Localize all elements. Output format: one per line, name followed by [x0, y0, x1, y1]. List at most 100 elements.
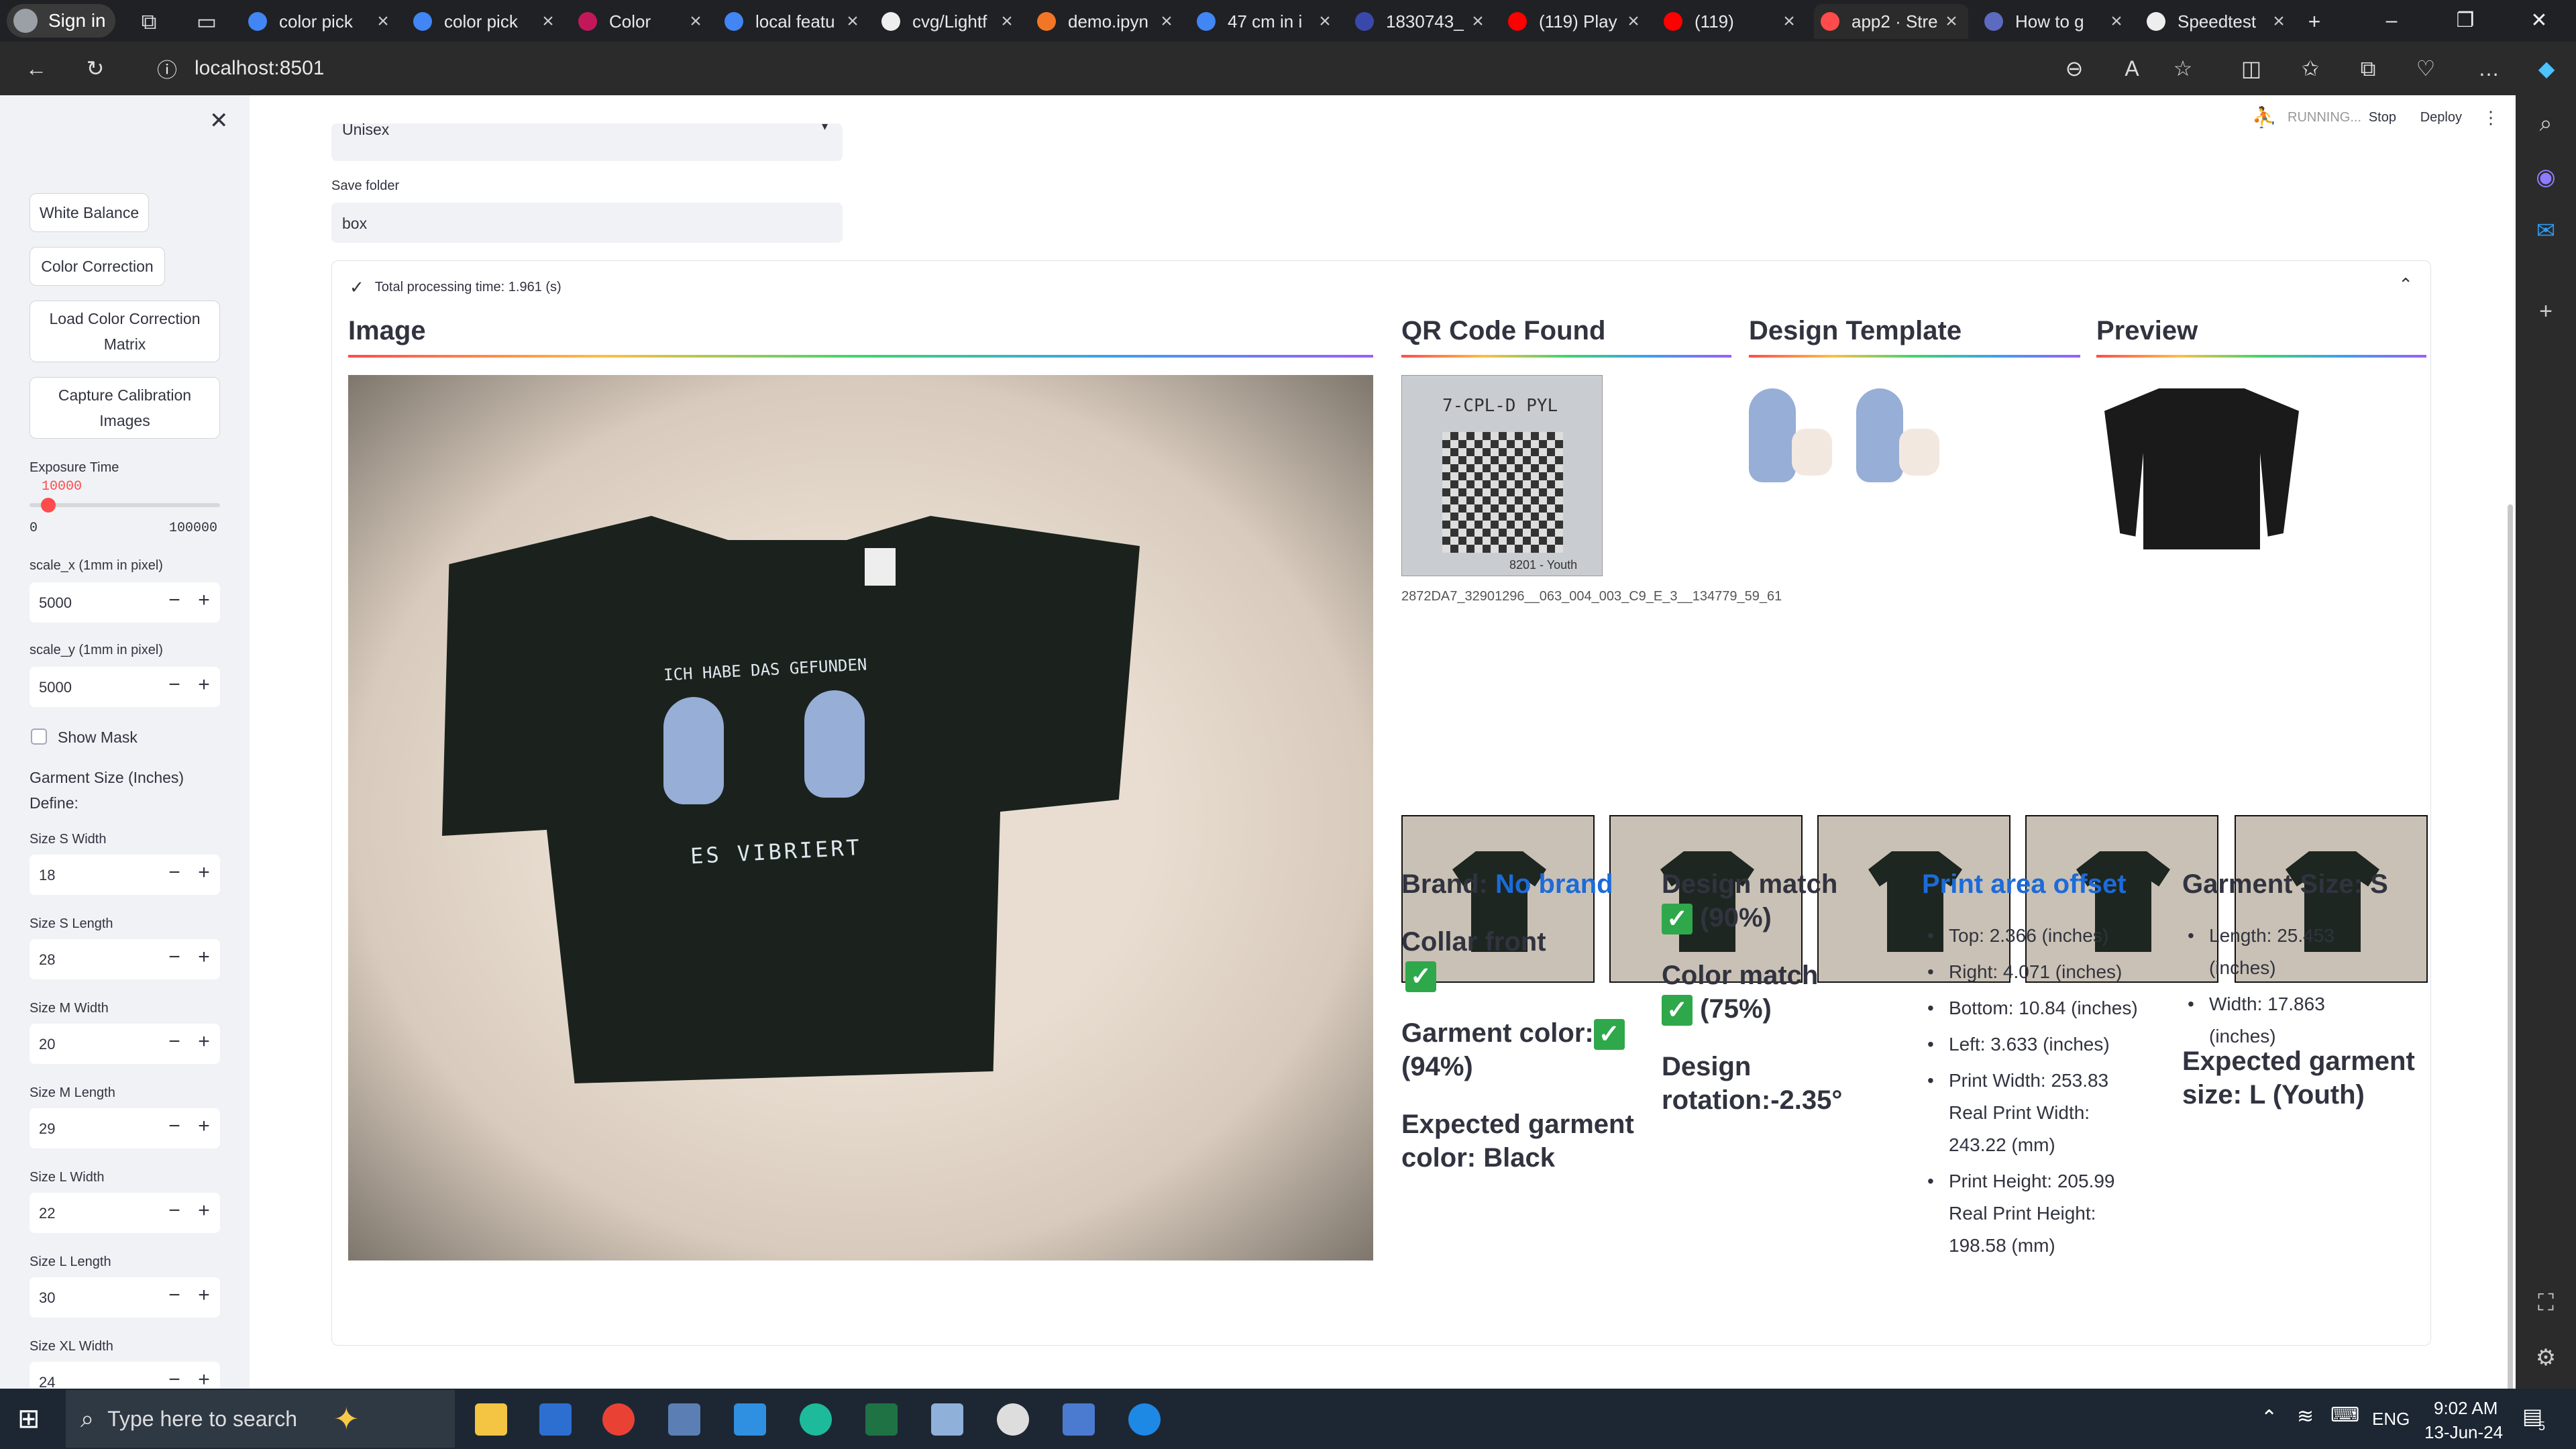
exposure-slider-track[interactable]	[30, 503, 220, 507]
copilot-app-icon[interactable]: ◉	[2532, 164, 2559, 191]
capture-calibration-images-button[interactable]: Capture Calibration Images	[30, 377, 220, 439]
refresh-icon[interactable]: ↻	[82, 55, 109, 82]
show-mask-checkbox[interactable]	[31, 729, 47, 745]
browser-tab[interactable]: Color ×	[572, 4, 712, 39]
app-icon[interactable]	[668, 1403, 700, 1436]
decrement-icon[interactable]: −	[161, 1030, 188, 1053]
browser-tab[interactable]: 1830743_ ×	[1348, 4, 1495, 39]
collapse-chevron-icon[interactable]: ⌃	[2398, 274, 2413, 295]
increment-icon[interactable]: +	[191, 1199, 217, 1222]
excel-icon[interactable]	[865, 1403, 898, 1436]
size-field-input[interactable]: 28 − +	[30, 939, 220, 979]
decrement-icon[interactable]: −	[161, 674, 188, 696]
app-icon[interactable]	[931, 1403, 963, 1436]
tab-close-icon[interactable]: ×	[1157, 10, 1177, 33]
new-tab-icon[interactable]: +	[2301, 8, 2328, 35]
address-bar[interactable]: ⓘ localhost:8501	[141, 48, 2180, 89]
decrement-icon[interactable]: −	[161, 589, 188, 612]
stop-button[interactable]: Stop	[2369, 110, 2396, 125]
increment-icon[interactable]: +	[191, 589, 217, 612]
wifi-icon[interactable]: ≋	[2297, 1405, 2314, 1428]
tab-close-icon[interactable]: ×	[1315, 10, 1335, 33]
browser-essentials-icon[interactable]: ♡	[2412, 55, 2439, 82]
zoom-icon[interactable]: ⊖	[2061, 55, 2088, 82]
exposure-slider-thumb[interactable]	[41, 498, 56, 513]
increment-icon[interactable]: +	[191, 1368, 217, 1389]
decrement-icon[interactable]: −	[161, 1368, 188, 1389]
clock-date[interactable]: 13-Jun-24	[2424, 1422, 2503, 1443]
favorite-star-icon[interactable]: ☆	[2169, 55, 2196, 82]
size-field-input[interactable]: 18 − +	[30, 855, 220, 895]
save-folder-input[interactable]: box	[331, 203, 843, 243]
decrement-icon[interactable]: −	[161, 1199, 188, 1222]
close-sidebar-icon[interactable]: ✕	[209, 107, 229, 134]
browser-tab[interactable]: (119) ×	[1657, 4, 1806, 39]
tab-close-icon[interactable]: ×	[2269, 10, 2289, 33]
browser-tab[interactable]: (119) Play ×	[1501, 4, 1650, 39]
browser-tab[interactable]: app2 · Stre ×	[1814, 4, 1968, 39]
tab-close-icon[interactable]: ×	[1941, 10, 1962, 33]
decrement-icon[interactable]: −	[161, 861, 188, 884]
sign-in-button[interactable]: Sign in	[7, 4, 115, 38]
page-scrollbar[interactable]	[2508, 504, 2513, 1389]
tab-close-icon[interactable]: ×	[2106, 10, 2127, 33]
outlook-icon[interactable]: ✉	[2532, 217, 2559, 244]
chrome-icon[interactable]	[602, 1403, 635, 1436]
calculator-icon[interactable]	[1063, 1403, 1095, 1436]
chevron-up-icon[interactable]: ⌃	[2261, 1406, 2277, 1430]
browser-tab[interactable]: 47 cm in i ×	[1190, 4, 1342, 39]
gender-select[interactable]: Unisex ▾	[331, 123, 843, 161]
increment-icon[interactable]: +	[191, 674, 217, 696]
browser-tab[interactable]: demo.ipyn ×	[1030, 4, 1183, 39]
increment-icon[interactable]: +	[191, 861, 217, 884]
add-app-icon[interactable]: +	[2532, 298, 2559, 325]
back-icon[interactable]: ←	[23, 55, 50, 82]
vscode-icon[interactable]	[734, 1403, 766, 1436]
store-icon[interactable]	[539, 1403, 572, 1436]
workspaces-icon[interactable]: ⧉	[136, 8, 162, 35]
browser-tab[interactable]: cvg/Lightf ×	[875, 4, 1024, 39]
tab-close-icon[interactable]: ×	[997, 10, 1017, 33]
site-info-icon[interactable]: ⓘ	[157, 54, 177, 83]
size-field-input[interactable]: 22 − +	[30, 1193, 220, 1233]
gear-icon[interactable]: ⚙	[2532, 1344, 2559, 1371]
white-balance-button[interactable]: White Balance	[30, 193, 149, 232]
size-field-input[interactable]: 30 − +	[30, 1277, 220, 1318]
browser-tab[interactable]: color pick ×	[407, 4, 565, 39]
increment-icon[interactable]: +	[191, 1284, 217, 1307]
browser-tab[interactable]: local featu ×	[718, 4, 869, 39]
tab-close-icon[interactable]: ×	[843, 10, 863, 33]
taskbar-search[interactable]: ⌕ Type here to search ✦	[66, 1390, 455, 1448]
color-correction-button[interactable]: Color Correction	[30, 247, 165, 286]
tab-close-icon[interactable]: ×	[1779, 10, 1799, 33]
restore-icon[interactable]: ❐	[2428, 0, 2502, 42]
tab-close-icon[interactable]: ×	[1468, 10, 1488, 33]
copilot-icon[interactable]: ◆	[2533, 55, 2560, 82]
snipping-tool-icon[interactable]	[997, 1403, 1029, 1436]
keyboard-icon[interactable]: ⌨	[2330, 1403, 2359, 1427]
decrement-icon[interactable]: −	[161, 1284, 188, 1307]
size-field-input[interactable]: 29 − +	[30, 1108, 220, 1148]
tab-close-icon[interactable]: ×	[686, 10, 706, 33]
size-field-input[interactable]: 24 − +	[30, 1362, 220, 1389]
increment-icon[interactable]: +	[191, 1115, 217, 1138]
scale-y-input[interactable]: 5000 − +	[30, 667, 220, 707]
windows-start-icon[interactable]: ⊞	[17, 1403, 40, 1434]
increment-icon[interactable]: +	[191, 1030, 217, 1053]
main-menu-icon[interactable]: ⋮	[2482, 107, 2500, 128]
increment-icon[interactable]: +	[191, 946, 217, 969]
tab-close-icon[interactable]: ×	[373, 10, 393, 33]
screenshot-icon[interactable]: ⛶	[2532, 1289, 2559, 1316]
deploy-button[interactable]: Deploy	[2420, 110, 2462, 125]
decrement-icon[interactable]: −	[161, 1115, 188, 1138]
clock-time[interactable]: 9:02 AM	[2434, 1398, 2498, 1419]
size-field-input[interactable]: 20 − +	[30, 1024, 220, 1064]
decrement-icon[interactable]: −	[161, 946, 188, 969]
settings-more-icon[interactable]: …	[2475, 55, 2502, 82]
favorites-icon[interactable]: ✩	[2297, 55, 2324, 82]
split-screen-icon[interactable]: ◫	[2238, 55, 2265, 82]
tab-actions-icon[interactable]: ▭	[193, 8, 220, 35]
search-icon[interactable]: ⌕	[2532, 110, 2559, 137]
tab-close-icon[interactable]: ×	[538, 10, 558, 33]
app-icon[interactable]	[1128, 1403, 1161, 1436]
